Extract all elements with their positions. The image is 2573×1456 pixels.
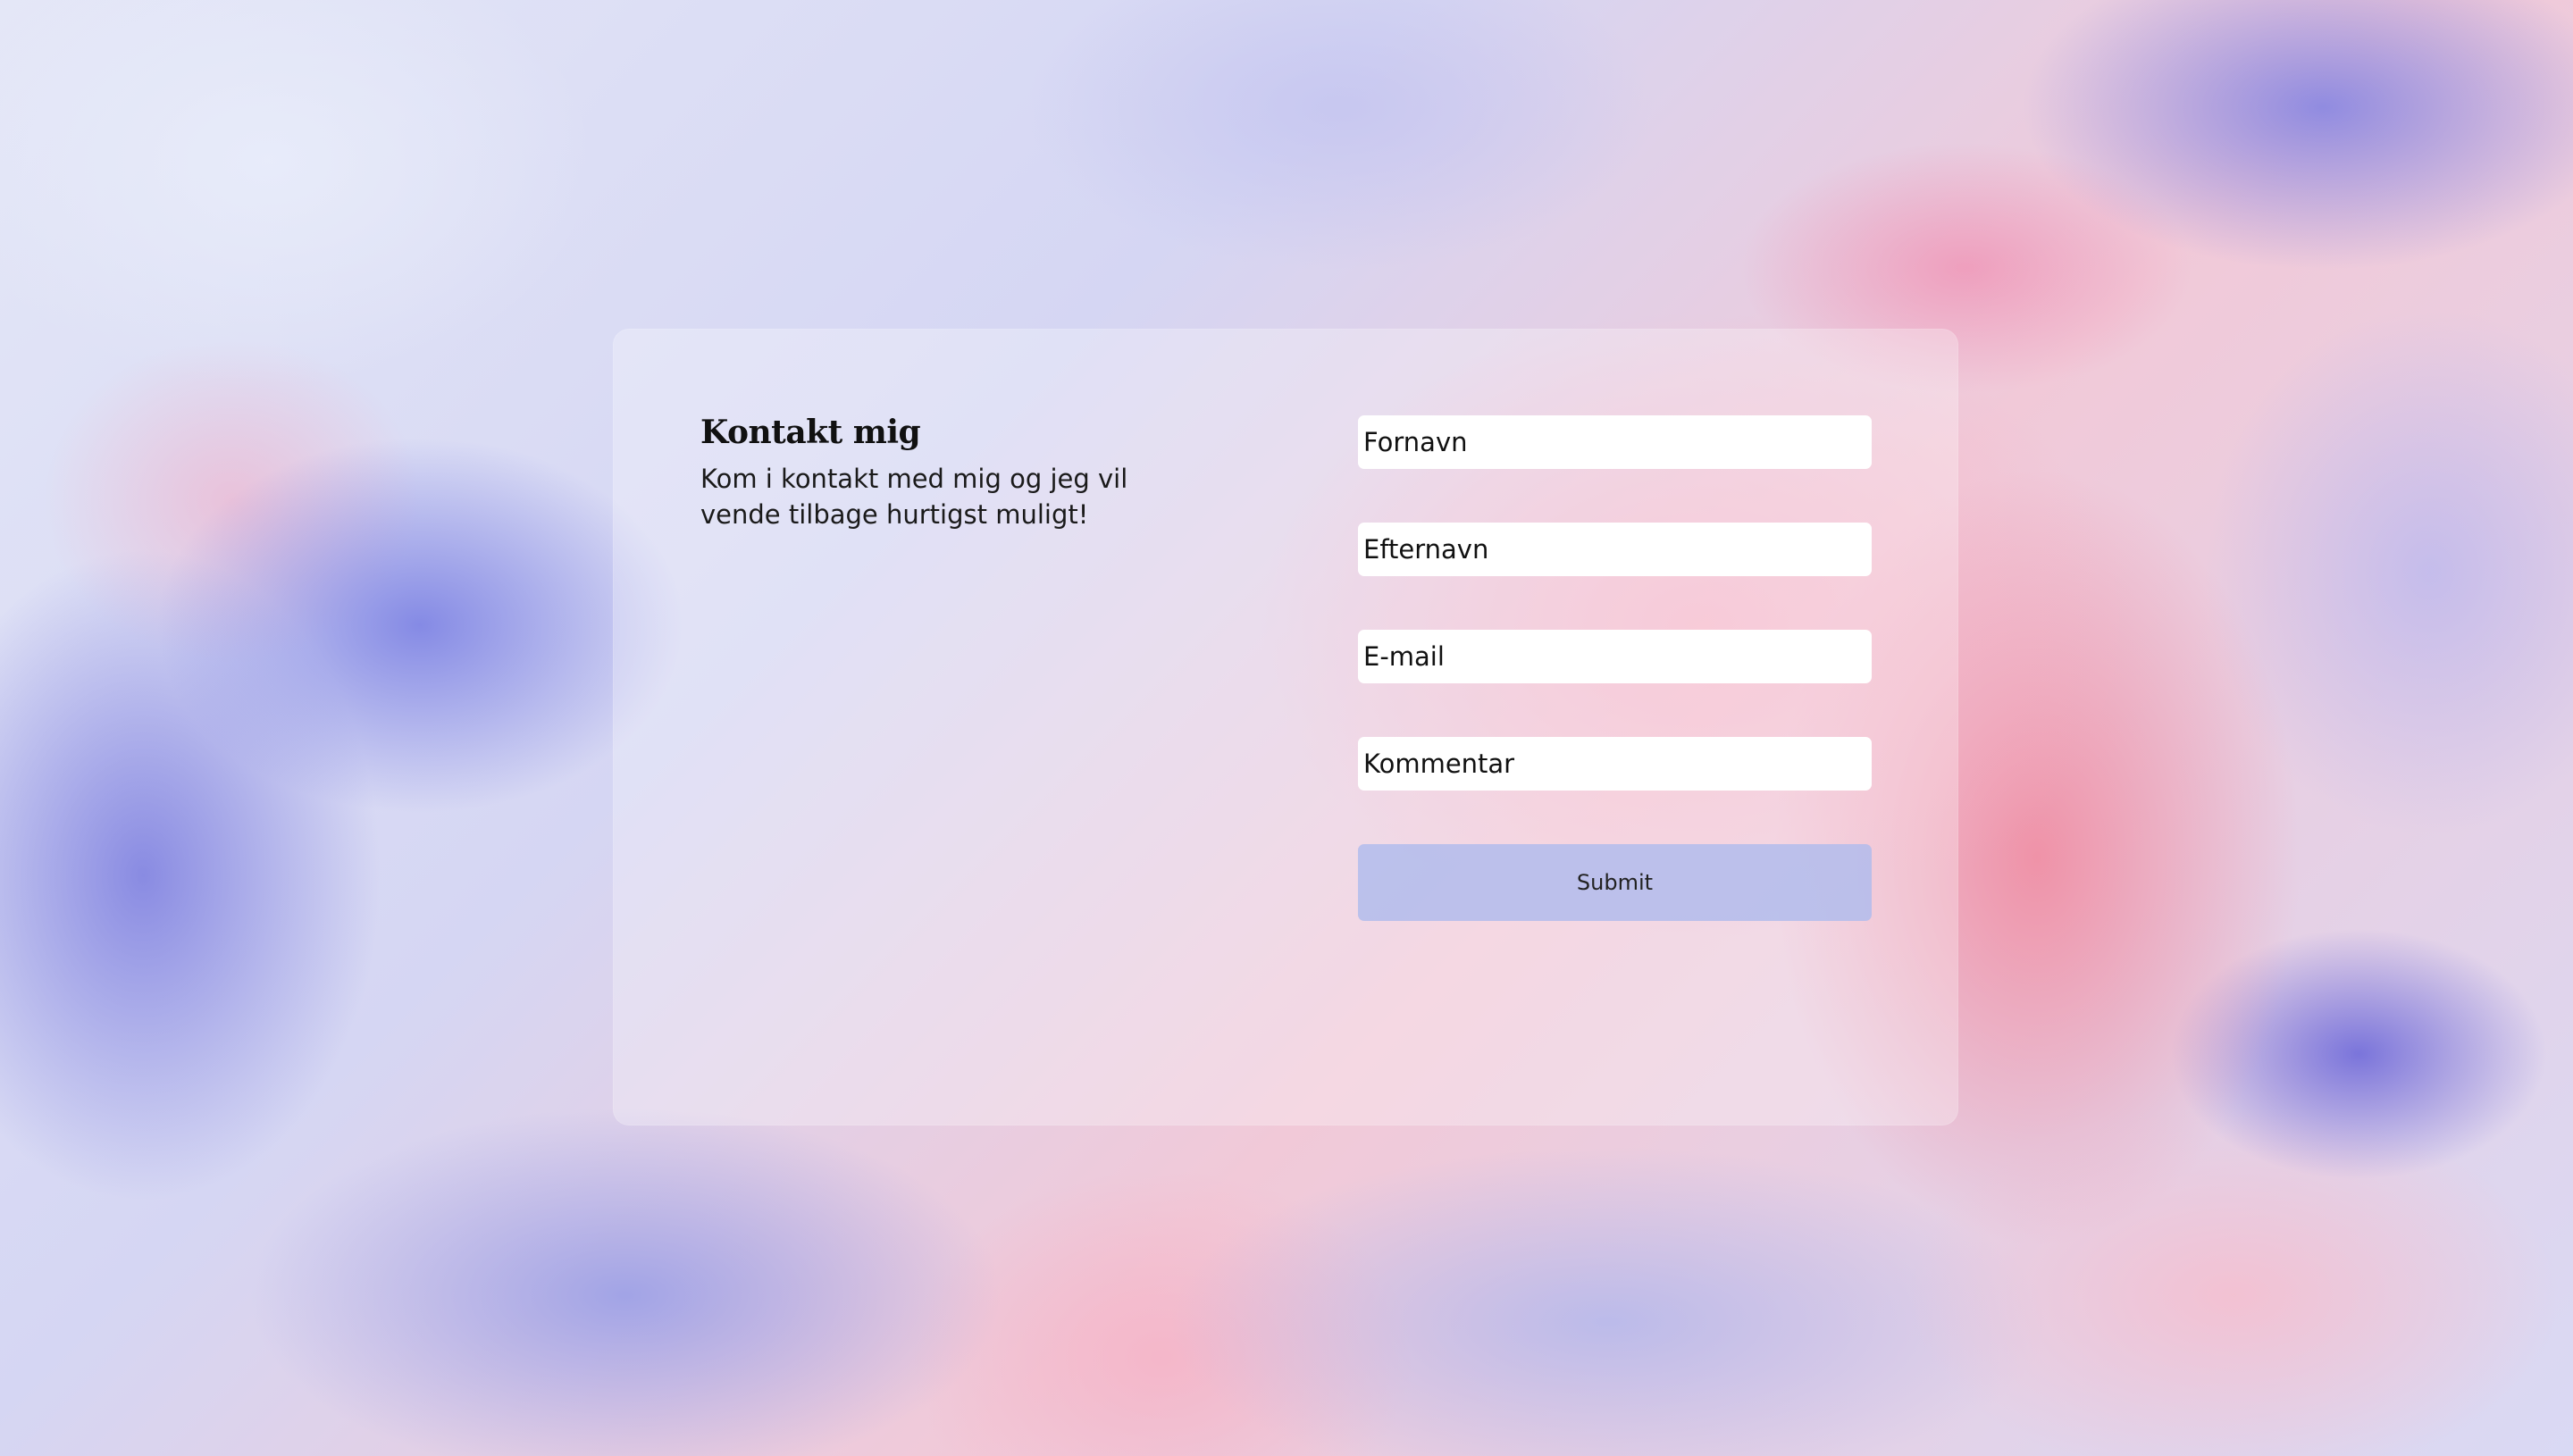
contact-form: Submit — [1358, 415, 1872, 921]
contact-intro: Kontakt mig Kom i kontakt med mig og jeg… — [700, 413, 1201, 532]
page: { "contact": { "title": "Kontakt mig", "… — [0, 0, 2573, 1456]
contact-title: Kontakt mig — [700, 414, 921, 451]
email-input[interactable] — [1358, 630, 1872, 683]
comment-input[interactable] — [1358, 737, 1872, 791]
last-name-input[interactable] — [1358, 523, 1872, 576]
first-name-input[interactable] — [1358, 415, 1872, 469]
contact-description: Kom i kontakt med mig og jeg vil vende t… — [700, 464, 1128, 530]
submit-button[interactable]: Submit — [1358, 844, 1872, 921]
